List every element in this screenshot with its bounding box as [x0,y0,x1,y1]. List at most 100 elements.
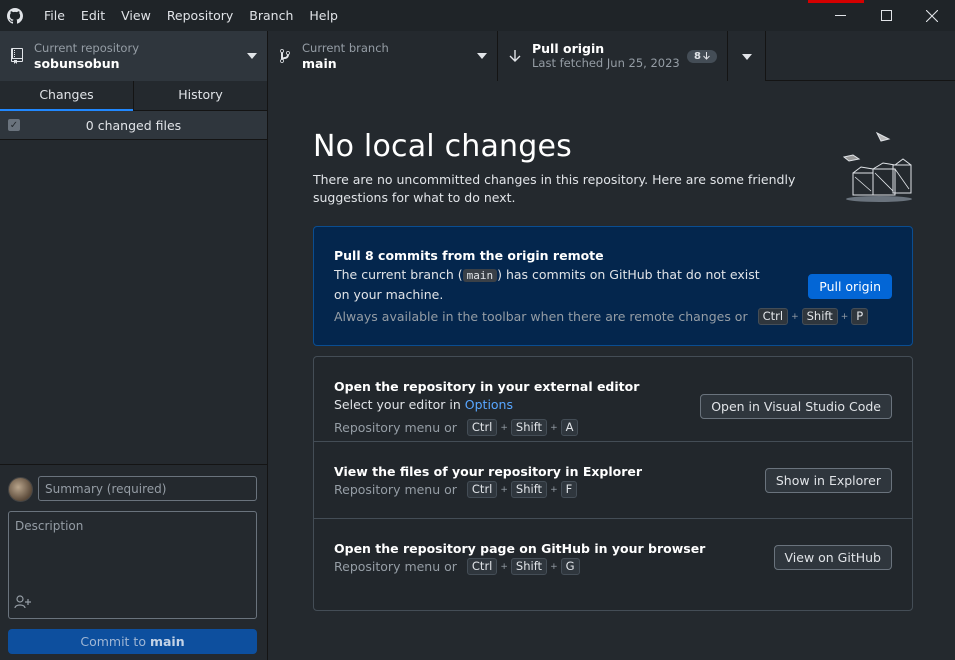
changed-files-count: 0 changed files [85,117,182,133]
menu-help[interactable]: Help [301,0,346,31]
hint-text: Repository menu or [334,482,457,497]
maximize-button[interactable] [863,0,909,31]
kbd-ctrl: Ctrl [466,481,498,498]
view-on-github-button[interactable]: View on GitHub [773,545,892,570]
kbd-ctrl: Ctrl [466,558,498,575]
kbd-key: F [560,481,578,498]
current-repository-button[interactable]: Current repository sobunsobun [0,31,268,81]
github-logo-icon [0,0,30,31]
repo-caption: Current repository [34,41,139,55]
toolbar: Current repository sobunsobun Current br… [0,31,955,81]
pull-title: Pull origin [532,41,605,56]
chevron-down-icon [741,49,752,63]
kbd-shift: Shift [510,419,548,436]
pull-text: Pull origin Last fetched Jun 25, 2023 [532,41,687,71]
github-suggestion: Open the repository page on GitHub in yo… [314,519,912,595]
menu-repository[interactable]: Repository [159,0,241,31]
pull-options-dropdown[interactable] [728,31,766,81]
avatar [8,477,33,502]
plus-sign: + [550,561,558,572]
close-icon [926,9,938,22]
minimize-button[interactable] [817,0,863,31]
pull-card-text: The current branch (main) has commits on… [334,265,774,304]
hint-text: Repository menu or [334,420,457,435]
show-in-explorer-button[interactable]: Show in Explorer [764,468,892,493]
sidebar-tabs: Changes History [0,81,267,111]
summary-input[interactable] [38,476,257,501]
branch-text: Current branch main [302,41,467,71]
plus-sign: + [500,561,508,572]
menu-view[interactable]: View [113,0,159,31]
branch-name: main [302,56,337,71]
menu-branch[interactable]: Branch [241,0,301,31]
chevron-down-icon [467,53,497,59]
arrow-down-icon [498,49,532,63]
branch-code: main [462,269,498,282]
editor-text: Select your editor in Options [334,395,513,414]
changed-files-header: ✓ 0 changed files [0,111,267,140]
pull-text-before: The current branch ( [334,267,463,282]
github-hint: Repository menu or Ctrl + Shift + G [334,558,580,575]
commit-branch: main [149,634,185,649]
page-title: No local changes [313,129,573,164]
github-title: Open the repository page on GitHub in yo… [334,541,706,556]
add-coauthor-icon[interactable] [14,595,32,612]
menu-file[interactable]: File [30,0,73,31]
tab-changes[interactable]: Changes [0,81,133,111]
page-subtitle: There are no uncommitted changes in this… [313,172,796,205]
kbd-key: A [560,419,579,436]
last-fetched: Last fetched Jun 25, 2023 [532,56,680,70]
menu-edit[interactable]: Edit [73,0,113,31]
plus-sign: + [550,484,558,495]
window-controls [817,0,955,31]
branch-caption: Current branch [302,41,389,55]
suggestions-list: Open the repository in your external edi… [313,356,913,611]
explorer-title: View the files of your repository in Exp… [334,464,643,479]
description-placeholder: Description [15,519,84,533]
kbd-ctrl: Ctrl [466,419,498,436]
menu-bar: File Edit View Repository Branch Help [30,0,346,31]
current-branch-button[interactable]: Current branch main [268,31,498,81]
plus-sign: + [840,311,849,322]
pull-suggestion-card: Pull 8 commits from the origin remote Th… [313,226,913,346]
kbd-shift: Shift [510,481,548,498]
plus-sign: + [500,422,508,433]
pull-card-hint: Always available in the toolbar when the… [334,308,869,325]
open-in-editor-button[interactable]: Open in Visual Studio Code [700,394,892,419]
explorer-suggestion: View the files of your repository in Exp… [314,442,912,519]
kbd-key: P [851,308,869,325]
close-button[interactable] [909,0,955,31]
editor-suggestion: Open the repository in your external edi… [314,357,912,442]
minimize-icon [834,15,846,16]
description-field[interactable]: Description [8,511,257,619]
editor-text-label: Select your editor in [334,397,461,412]
explorer-hint: Repository menu or Ctrl + Shift + F [334,481,578,498]
pull-card-title: Pull 8 commits from the origin remote [334,248,604,263]
pull-origin-button[interactable]: Pull origin Last fetched Jun 25, 2023 8 [498,31,728,81]
plus-sign: + [500,484,508,495]
options-link[interactable]: Options [465,397,513,412]
commit-message-area: Description Commit to main [0,464,267,660]
kbd-shift: Shift [510,558,548,575]
commit-button[interactable]: Commit to main [8,629,257,654]
kbd-ctrl: Ctrl [757,308,789,325]
badge-count: 8 [694,50,701,62]
repo-text: Current repository sobunsobun [34,41,237,71]
tab-history[interactable]: History [133,81,267,110]
hint-text: Repository menu or [334,559,457,574]
branch-icon [268,48,302,64]
plus-sign: + [550,422,558,433]
commits-behind-badge: 8 [687,49,717,63]
editor-hint: Repository menu or Ctrl + Shift + A [334,419,579,436]
maximize-icon [880,10,892,21]
empty-state-illustration [841,129,916,210]
repo-icon [0,48,34,64]
hint-text: Always available in the toolbar when the… [334,309,748,324]
editor-title: Open the repository in your external edi… [334,379,640,394]
pull-origin-action-button[interactable]: Pull origin [808,274,892,299]
repo-name: sobunsobun [34,56,120,71]
commit-prefix: Commit to [80,634,146,649]
select-all-checkbox[interactable]: ✓ [8,119,20,131]
sidebar: Changes History ✓ 0 changed files Descri… [0,81,268,660]
chevron-down-icon [237,53,267,59]
